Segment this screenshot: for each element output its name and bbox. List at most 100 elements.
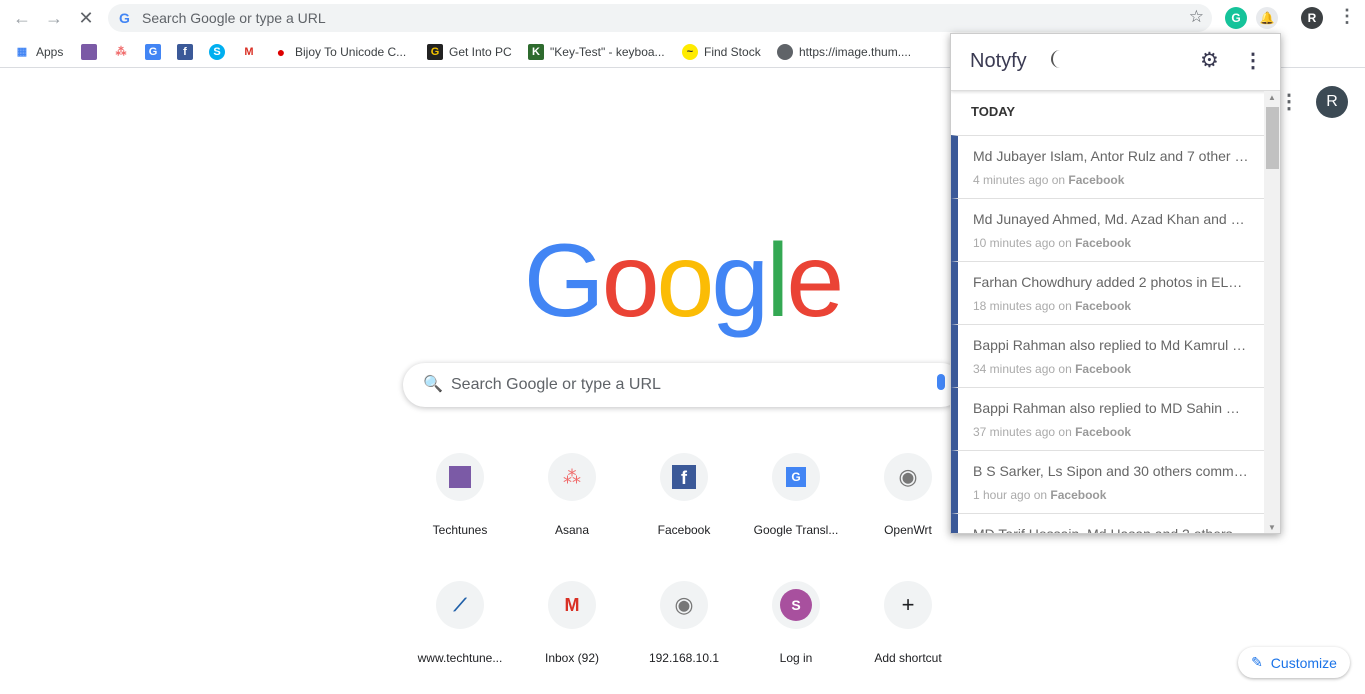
back-button[interactable]: ←	[10, 6, 34, 30]
notification-time: 18 minutes ago on	[973, 299, 1076, 313]
forward-button[interactable]: →	[42, 6, 66, 30]
openwrt-icon: ◉	[884, 453, 932, 501]
search-input[interactable]: Search Google or type a URL	[451, 376, 661, 394]
notification-text: Bappi Rahman also replied to MD Sahin De…	[973, 400, 1249, 416]
shortcut-techtunes[interactable]: Techtunes	[404, 453, 516, 537]
techtunes-icon	[436, 453, 484, 501]
scroll-up-arrow-icon[interactable]: ▲	[1268, 93, 1276, 102]
shortcut-login[interactable]: S Log in	[740, 581, 852, 665]
loading-spinner-icon	[1051, 50, 1069, 68]
bookmark-label: Apps	[36, 45, 64, 59]
shortcut-label: Inbox (92)	[544, 651, 600, 665]
notification-time: 1 hour ago on	[973, 488, 1051, 502]
notification-item[interactable]: Md Junayed Ahmed, Md. Azad Khan and 8 ot…	[951, 198, 1264, 261]
globe-icon	[777, 44, 793, 60]
scrollbar-thumb[interactable]	[1266, 107, 1279, 169]
scroll-down-arrow-icon[interactable]: ▼	[1268, 523, 1276, 532]
add-shortcut-button[interactable]: + Add shortcut	[852, 581, 964, 665]
shortcut-inbox[interactable]: M Inbox (92)	[516, 581, 628, 665]
bookmark-keytest[interactable]: K "Key-Test" - keyboa...	[528, 42, 665, 62]
google-translate-icon: G	[772, 453, 820, 501]
notification-time: 34 minutes ago on	[973, 362, 1076, 376]
account-avatar[interactable]: R	[1316, 86, 1348, 118]
notification-item[interactable]: B S Sarker, Ls Sipon and 30 others comme…	[951, 450, 1264, 513]
notyfy-popup: Notyfy ⚙ ⋮ TODAY Md Jubayer Islam, Antor…	[950, 33, 1281, 534]
google-apps-icon[interactable]: ⋮	[1279, 89, 1299, 114]
bookmark-bijoy[interactable]: ● Bijoy To Unicode C...	[273, 42, 406, 62]
notification-item[interactable]: Bappi Rahman also replied to MD Sahin De…	[951, 387, 1264, 450]
getintopc-icon: G	[427, 44, 443, 60]
shortcut-google-translate[interactable]: G Google Transl...	[740, 453, 852, 537]
notification-time: 4 minutes ago on	[973, 173, 1069, 187]
notification-text: Md Junayed Ahmed, Md. Azad Khan and 8 ot…	[973, 211, 1249, 227]
microphone-icon[interactable]	[937, 374, 945, 390]
chrome-menu-icon[interactable]: ⋮	[1338, 6, 1356, 27]
notification-source: Facebook	[1050, 488, 1107, 502]
login-initial: S	[780, 589, 812, 621]
bookmark-skype[interactable]: S	[209, 42, 231, 62]
bookmark-facebook[interactable]: f	[177, 42, 199, 62]
apps-grid-icon: ▦	[16, 46, 28, 58]
shortcut-label: Google Transl...	[753, 523, 839, 537]
bookmark-star-icon[interactable]: ☆	[1189, 7, 1204, 27]
notification-item[interactable]: MD Tarif Hossain, Md Hasan and 2 others	[951, 513, 1264, 534]
notification-item[interactable]: Md Jubayer Islam, Antor Rulz and 7 other…	[951, 135, 1264, 198]
bookmark-translate[interactable]: G	[145, 42, 167, 62]
facebook-icon: f	[660, 453, 708, 501]
omnibox[interactable]: G Search Google or type a URL ☆	[108, 4, 1212, 32]
notification-text: MD Tarif Hossain, Md Hasan and 2 others	[973, 526, 1233, 534]
asana-icon: ⁂	[115, 46, 127, 58]
shortcut-asana[interactable]: ⁂ Asana	[516, 453, 628, 537]
notification-item[interactable]: Bappi Rahman also replied to Md Kamrul c…	[951, 324, 1264, 387]
techtunes-logo-icon: ⟋	[436, 581, 484, 629]
notification-source: Facebook	[1075, 299, 1132, 313]
shortcut-openwrt[interactable]: ◉ OpenWrt	[852, 453, 964, 537]
shortcut-label: OpenWrt	[884, 523, 932, 537]
notification-source: Facebook	[1068, 173, 1125, 187]
shortcut-router[interactable]: ◉ 192.168.10.1	[628, 581, 740, 665]
google-icon: G	[119, 10, 130, 26]
customize-button[interactable]: ✎ Customize	[1238, 647, 1350, 678]
grammarly-extension-icon[interactable]: G	[1225, 7, 1247, 29]
pencil-icon: ✎	[1251, 654, 1263, 670]
notification-text: Farhan Chowdhury added 2 photos in ELA g…	[973, 274, 1249, 290]
plus-icon: +	[884, 581, 932, 629]
omnibox-input[interactable]: Search Google or type a URL	[142, 10, 326, 26]
bookmark-findstock[interactable]: ~ Find Stock	[682, 42, 761, 62]
bookmark-image[interactable]: https://image.thum....	[777, 42, 911, 62]
notification-source: Facebook	[1075, 236, 1132, 250]
search-box[interactable]: 🔍 Search Google or type a URL	[403, 363, 963, 407]
scrollbar[interactable]: ▲ ▼	[1264, 91, 1280, 533]
gear-icon[interactable]: ⚙	[1200, 48, 1219, 73]
more-vert-icon[interactable]: ⋮	[1243, 48, 1263, 73]
section-heading: TODAY	[971, 104, 1016, 119]
customize-label: Customize	[1270, 654, 1337, 671]
bookmark-label: Find Stock	[704, 45, 761, 59]
notification-item[interactable]: Farhan Chowdhury added 2 photos in ELA g…	[951, 261, 1264, 324]
google-translate-icon: G	[145, 44, 161, 60]
asana-icon: ⁂	[548, 453, 596, 501]
notyfy-extension-bell-icon[interactable]: 🔔	[1256, 7, 1278, 29]
bookmark-apps[interactable]: ▦ Apps	[14, 42, 64, 62]
shortcut-label: Facebook	[657, 523, 711, 537]
shortcut-facebook[interactable]: f Facebook	[628, 453, 740, 537]
stop-loading-button[interactable]: ✕	[74, 6, 98, 30]
shortcut-techtunes-www[interactable]: ⟋ www.techtune...	[404, 581, 516, 665]
keytest-icon: K	[528, 44, 544, 60]
browser-toolbar: ← → ✕ G Search Google or type a URL ☆ G …	[0, 0, 1365, 36]
profile-avatar[interactable]: R	[1301, 7, 1323, 29]
gmail-icon: M	[548, 581, 596, 629]
facebook-icon: f	[177, 44, 193, 60]
shortcut-label: www.techtune...	[417, 651, 503, 665]
bookmark-gmail[interactable]: M	[241, 42, 263, 62]
search-icon: 🔍	[423, 376, 443, 393]
shortcut-label: Log in	[779, 651, 813, 665]
bookmark-techtunes[interactable]	[81, 42, 103, 62]
openwrt-icon: ◉	[660, 581, 708, 629]
gmail-icon: M	[244, 46, 254, 58]
notification-list: Md Jubayer Islam, Antor Rulz and 7 other…	[951, 135, 1264, 534]
bookmark-getintopc[interactable]: G Get Into PC	[427, 42, 512, 62]
bookmark-label: Bijoy To Unicode C...	[295, 45, 407, 59]
bookmark-label: https://image.thum....	[799, 45, 912, 59]
bookmark-asana[interactable]: ⁂	[113, 42, 135, 62]
